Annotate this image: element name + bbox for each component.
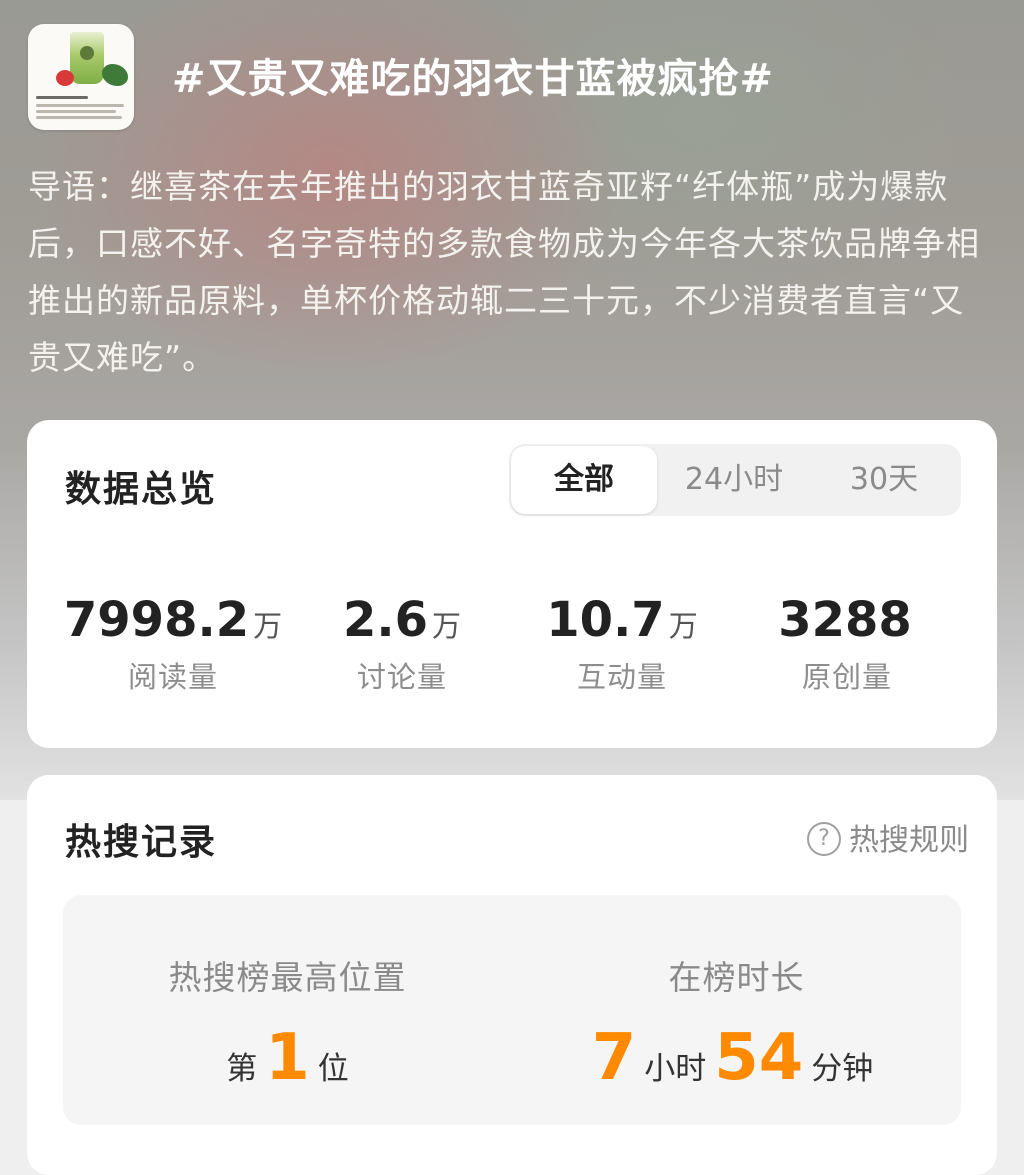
duration-minutes: 54 <box>714 1021 804 1095</box>
stat-label: 阅读量 <box>127 660 218 694</box>
topic-thumbnail[interactable] <box>28 24 134 130</box>
strawberry-image <box>56 70 74 86</box>
stat-value: 3288 <box>778 592 912 648</box>
stat-interactions: 10.7 万 互动量 <box>532 592 712 696</box>
tab-30d[interactable]: 30天 <box>809 444 959 516</box>
topic-title: #又贵又难吃的羽衣甘蓝被疯抢# <box>172 56 775 102</box>
hot-search-card: 热搜记录 ? 热搜规则 热搜榜最高位置 第1位 在榜时长 7 小时 54 分钟 <box>27 775 997 1175</box>
peak-position: 热搜榜最高位置 第1位 <box>63 895 512 1095</box>
peak-heading: 热搜榜最高位置 <box>168 958 407 997</box>
peak-suffix: 位 <box>317 1051 349 1087</box>
overview-title: 数据总览 <box>65 469 218 510</box>
duration-heading: 在榜时长 <box>668 958 805 997</box>
drink-cup-image <box>70 32 104 84</box>
rules-label: 热搜规则 <box>849 823 969 858</box>
stat-reads: 7998.2 万 阅读量 <box>63 592 283 696</box>
topic-lead: 导语：继喜茶在去年推出的羽衣甘蓝奇亚籽“纤体瓶”成为爆款后，口感不好、名字奇特的… <box>28 167 980 377</box>
duration-minutes-unit: 分钟 <box>811 1051 874 1087</box>
stat-label: 互动量 <box>576 660 667 694</box>
peak-prefix: 第 <box>226 1051 258 1087</box>
kale-leaf-image <box>102 64 128 86</box>
hot-search-record-panel: 热搜榜最高位置 第1位 在榜时长 7 小时 54 分钟 <box>63 895 961 1125</box>
stat-label: 讨论量 <box>356 660 447 694</box>
tab-all[interactable]: 全部 <box>511 446 657 514</box>
stat-value: 7998.2 <box>63 592 250 648</box>
stat-label: 原创量 <box>801 660 892 694</box>
hot-search-title: 热搜记录 <box>65 822 218 863</box>
time-on-list: 在榜时长 7 小时 54 分钟 <box>512 895 961 1095</box>
stat-unit: 万 <box>432 609 462 643</box>
tab-24h[interactable]: 24小时 <box>659 444 809 516</box>
hot-search-rules-link[interactable]: ? 热搜规则 <box>807 815 969 859</box>
question-circle-icon: ? <box>807 821 841 856</box>
duration-hours: 7 <box>591 1021 637 1095</box>
stat-discussions: 2.6 万 讨论量 <box>317 592 487 696</box>
time-range-selector: 全部 24小时 30天 <box>509 444 961 516</box>
stat-originals: 3288 原创量 <box>757 592 937 696</box>
stat-unit: 万 <box>668 609 698 643</box>
stat-value: 10.7 <box>546 592 665 648</box>
peak-value: 1 <box>265 1021 310 1095</box>
duration-hours-unit: 小时 <box>644 1051 707 1087</box>
data-overview-card: 数据总览 全部 24小时 30天 7998.2 万 阅读量 2.6 万 讨论量 10… <box>27 420 997 748</box>
stat-value: 2.6 <box>342 592 428 648</box>
stat-unit: 万 <box>253 609 283 643</box>
